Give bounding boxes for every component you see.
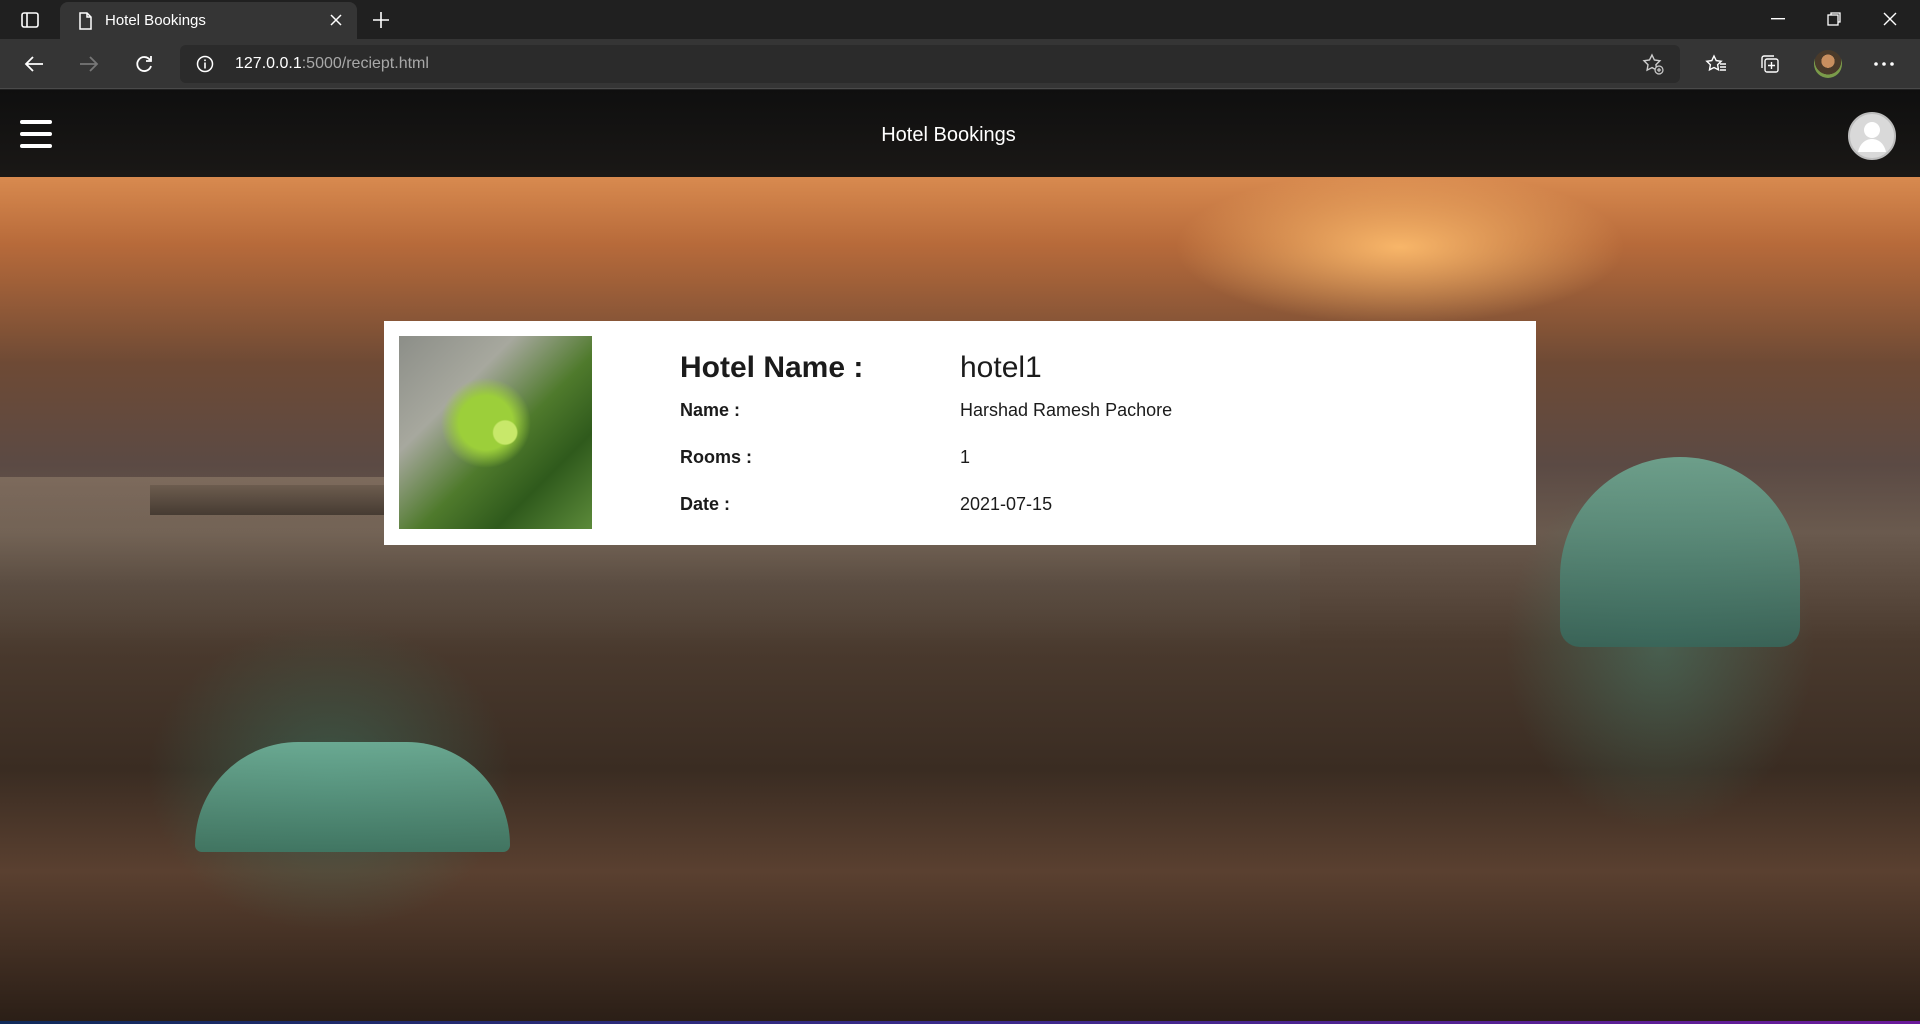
page-viewport: Hotel Bookings Hotel Name : hotel1 Name …: [0, 90, 1920, 1024]
back-arrow-icon[interactable]: [18, 48, 50, 80]
star-add-icon[interactable]: [1642, 53, 1664, 75]
close-icon[interactable]: [325, 9, 347, 31]
hotel-thumbnail: [399, 336, 592, 529]
refresh-icon[interactable]: [128, 48, 160, 80]
info-icon[interactable]: [196, 55, 214, 73]
close-window-icon[interactable]: [1862, 0, 1918, 38]
green-dome-right: [1560, 457, 1800, 647]
restore-icon[interactable]: [1806, 0, 1862, 38]
plus-icon[interactable]: [368, 8, 394, 32]
browser-toolbar: 127.0.0.1:5000/reciept.html: [0, 39, 1920, 89]
favorites-icon[interactable]: [1700, 48, 1732, 80]
date-value: 2021-07-15: [960, 494, 1053, 514]
more-icon[interactable]: [1868, 48, 1900, 80]
browser-tab-strip: Hotel Bookings: [0, 0, 1920, 39]
green-dome-left: [195, 742, 510, 852]
tab-actions-icon[interactable]: [14, 8, 46, 32]
url-text[interactable]: 127.0.0.1:5000/reciept.html: [235, 55, 429, 73]
receipt-card: Hotel Name : hotel1 Name : Harshad Rames…: [384, 321, 1536, 545]
hotel-name-value: hotel1: [960, 351, 1042, 384]
forward-arrow-icon[interactable]: [73, 48, 105, 80]
hotel-name-label: Hotel Name :: [680, 351, 864, 384]
hero-background-image: Hotel Name : hotel1 Name : Harshad Rames…: [0, 177, 1920, 1024]
page-icon: [76, 12, 94, 30]
site-title: Hotel Bookings: [881, 124, 1016, 146]
rooms-label: Rooms :: [680, 447, 752, 467]
minimize-icon[interactable]: [1750, 0, 1806, 38]
guest-name-label: Name :: [680, 400, 741, 420]
address-bar[interactable]: 127.0.0.1:5000/reciept.html: [180, 45, 1680, 83]
rooms-value: 1: [960, 447, 971, 467]
collections-icon[interactable]: [1754, 48, 1786, 80]
browser-tab[interactable]: Hotel Bookings: [60, 2, 357, 39]
user-avatar-icon[interactable]: [1848, 112, 1896, 160]
profile-avatar[interactable]: [1814, 50, 1842, 78]
date-label: Date :: [680, 494, 731, 514]
site-navbar: Hotel Bookings: [0, 90, 1920, 177]
tab-title: Hotel Bookings: [105, 12, 206, 29]
guest-name-value: Harshad Ramesh Pachore: [960, 400, 1173, 420]
